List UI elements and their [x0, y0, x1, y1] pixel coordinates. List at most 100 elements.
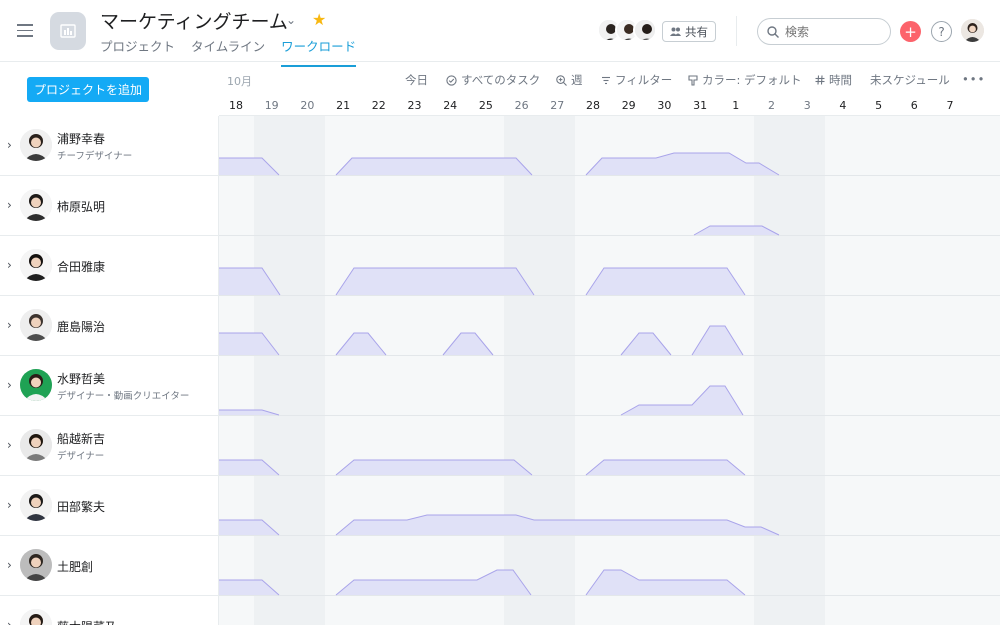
- chevron-right-icon[interactable]: ›: [7, 318, 12, 332]
- workload-area[interactable]: [336, 460, 532, 475]
- person-row[interactable]: › 田部繁夫: [0, 476, 219, 536]
- workload-area[interactable]: [586, 570, 745, 595]
- date-label: 4: [839, 99, 847, 112]
- date-label: 21: [336, 99, 351, 112]
- month-label: 10月: [227, 75, 252, 88]
- help-button[interactable]: ?: [931, 21, 952, 42]
- workload-area[interactable]: [692, 326, 743, 355]
- avatar: [633, 18, 657, 42]
- unscheduled-button[interactable]: 未スケジュール: [870, 72, 950, 88]
- all-tasks-label: すべてのタスク: [461, 73, 541, 87]
- date-label: 20: [300, 99, 315, 112]
- avatar: [20, 129, 52, 161]
- person-row[interactable]: › 船越新吉デザイナー: [0, 416, 219, 476]
- quick-add-button[interactable]: +: [900, 21, 921, 42]
- chevron-right-icon[interactable]: ›: [7, 138, 12, 152]
- workload-area[interactable]: [336, 570, 531, 595]
- date-label: 2: [768, 99, 775, 112]
- tab-bar: プロジェクト タイムライン ワークロード: [100, 36, 357, 67]
- avatar: [20, 189, 52, 221]
- tab-projects[interactable]: プロジェクト: [100, 36, 175, 67]
- star-icon[interactable]: ★: [312, 10, 326, 29]
- person-row[interactable]: › 浦野幸春 チーフデザイナー: [0, 116, 219, 176]
- date-label: 26: [514, 99, 529, 112]
- chevron-right-icon[interactable]: ›: [7, 438, 12, 452]
- date-label: 27: [550, 99, 565, 112]
- filter-button[interactable]: フィルター: [601, 72, 672, 88]
- zoom-icon: [556, 74, 567, 86]
- date-label: 22: [371, 99, 386, 112]
- chevron-right-icon[interactable]: ›: [7, 618, 12, 625]
- workload-area[interactable]: [621, 386, 743, 415]
- chevron-right-icon[interactable]: ›: [7, 558, 12, 572]
- person-name[interactable]: 水野哲美: [57, 370, 105, 387]
- filter-label: フィルター: [615, 73, 673, 87]
- person-row[interactable]: › 土肥創: [0, 536, 219, 596]
- workload-area[interactable]: [586, 153, 779, 175]
- person-name[interactable]: 田部繁夫: [57, 498, 105, 515]
- person-row[interactable]: › 合田雅康: [0, 236, 219, 296]
- workload-area[interactable]: [336, 515, 779, 535]
- tab-timeline[interactable]: タイムライン: [191, 36, 265, 67]
- week-label: 週: [571, 73, 583, 87]
- member-avatars[interactable]: [597, 18, 657, 42]
- person-name[interactable]: 土肥創: [57, 558, 93, 575]
- menu-icon[interactable]: [17, 24, 33, 37]
- tab-workload[interactable]: ワークロード: [281, 36, 357, 67]
- search-box[interactable]: [757, 18, 891, 45]
- person-row[interactable]: › 藤木陽菜乃: [0, 596, 219, 625]
- person-row[interactable]: › 柿原弘明: [0, 176, 219, 236]
- date-label: 28: [586, 99, 600, 112]
- avatar: [20, 309, 52, 341]
- more-icon[interactable]: •••: [962, 72, 985, 86]
- chevron-right-icon[interactable]: ›: [7, 378, 12, 392]
- share-button[interactable]: 共有: [662, 21, 716, 42]
- workload-area[interactable]: [336, 158, 532, 175]
- date-label: 19: [264, 99, 279, 112]
- avatar: [20, 369, 52, 401]
- workload-area[interactable]: [586, 268, 745, 295]
- chevron-right-icon[interactable]: ›: [7, 198, 12, 212]
- person-row[interactable]: › 鹿島陽治: [0, 296, 219, 356]
- paint-bucket-icon: [688, 74, 698, 86]
- person-name[interactable]: 船越新吉: [57, 430, 105, 447]
- person-name[interactable]: 柿原弘明: [57, 198, 105, 215]
- person-role: デザイナー: [57, 451, 105, 462]
- add-project-button[interactable]: プロジェクトを追加: [27, 77, 149, 102]
- today-button[interactable]: 今日: [405, 72, 428, 88]
- color-button[interactable]: カラー: デフォルト: [688, 72, 802, 88]
- chevron-right-icon[interactable]: ›: [7, 498, 12, 512]
- chevron-right-icon[interactable]: ›: [7, 258, 12, 272]
- user-avatar[interactable]: [961, 19, 984, 42]
- date-label: 23: [407, 99, 422, 112]
- chevron-down-icon[interactable]: ⌄: [286, 13, 296, 27]
- divider: [736, 16, 737, 46]
- date-label: 3: [803, 99, 811, 112]
- workload-area[interactable]: [586, 460, 745, 475]
- week-zoom-button[interactable]: 週: [556, 72, 583, 88]
- person-row[interactable]: › 水野哲美 デザイナー・動画クリエイター: [0, 356, 219, 416]
- date-label: 24: [443, 99, 458, 112]
- avatar: [20, 549, 52, 581]
- workload-area[interactable]: [336, 268, 534, 295]
- person-name[interactable]: 藤木陽菜乃: [57, 618, 117, 625]
- workload-area[interactable]: [621, 333, 671, 355]
- date-label: 31: [693, 99, 708, 112]
- avatar: [20, 609, 52, 625]
- top-bar: マーケティングチーム ⌄ ★ プロジェクト タイムライン ワークロード 共有 +…: [0, 0, 1000, 67]
- person-name[interactable]: 鹿島陽治: [57, 318, 105, 335]
- date-label: 7: [946, 99, 954, 112]
- person-name[interactable]: 浦野幸春: [57, 130, 105, 147]
- workload-shapes: [219, 152, 780, 596]
- workload-area[interactable]: [336, 333, 386, 355]
- date-label: 18: [229, 99, 243, 112]
- project-icon: [50, 12, 86, 50]
- hours-button[interactable]: 時間: [815, 72, 852, 88]
- person-name[interactable]: 合田雅康: [57, 258, 105, 275]
- search-input[interactable]: [785, 24, 875, 39]
- avatar: [20, 429, 52, 461]
- date-label: 30: [657, 99, 672, 112]
- hours-label: 時間: [829, 73, 852, 87]
- workload-area[interactable]: [443, 333, 493, 355]
- all-tasks-button[interactable]: すべてのタスク: [446, 72, 540, 88]
